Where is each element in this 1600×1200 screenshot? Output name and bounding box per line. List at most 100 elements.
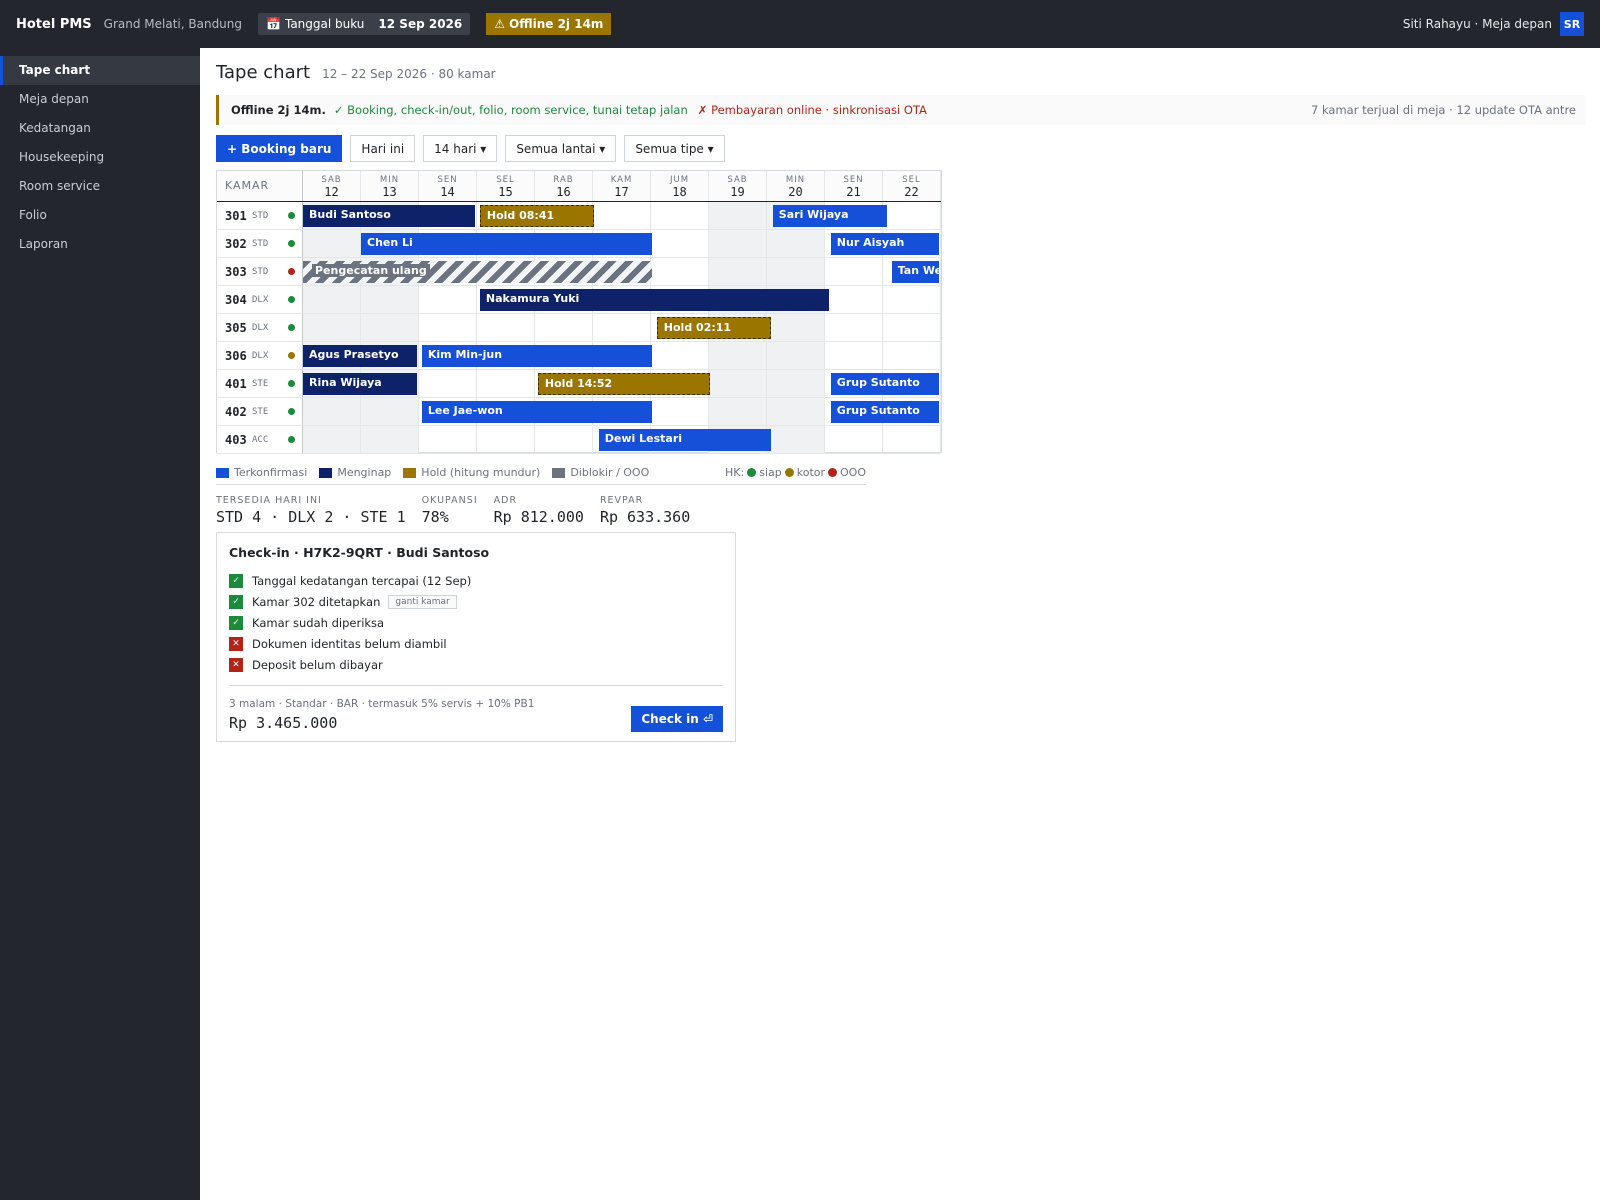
- day-header[interactable]: SEL 22: [883, 171, 941, 201]
- day-header[interactable]: JUM 18: [651, 171, 709, 201]
- tape-cell[interactable]: [303, 286, 361, 314]
- booking-bar[interactable]: Rina Wijaya: [303, 373, 417, 395]
- day-header[interactable]: SAB 12: [303, 171, 361, 201]
- tape-cell[interactable]: [303, 314, 361, 342]
- tape-cell[interactable]: [709, 398, 767, 426]
- tape-cell[interactable]: [883, 202, 941, 230]
- tape-cell[interactable]: [651, 342, 709, 370]
- tape-cell[interactable]: [419, 286, 477, 314]
- tape-cell[interactable]: [825, 314, 883, 342]
- day-header[interactable]: MIN 13: [361, 171, 419, 201]
- booking-bar[interactable]: Tan Wei: [891, 261, 939, 283]
- booking-bar[interactable]: Dewi Lestari: [598, 429, 771, 451]
- tape-cell[interactable]: [477, 426, 535, 454]
- user-name[interactable]: Siti Rahayu · Meja depan: [1403, 17, 1552, 31]
- tape-cell[interactable]: [709, 342, 767, 370]
- tape-cell[interactable]: [709, 370, 767, 398]
- tape-cell[interactable]: [883, 314, 941, 342]
- tape-cell[interactable]: [477, 370, 535, 398]
- booking-bar[interactable]: Agus Prasetyo: [303, 345, 417, 367]
- hold-booking[interactable]: Hold 02:11: [656, 317, 771, 339]
- room-row-label[interactable]: 305 DLX: [217, 314, 303, 342]
- sidebar-item-folio[interactable]: Folio: [0, 201, 200, 230]
- tape-cell[interactable]: [361, 314, 419, 342]
- tape-cell[interactable]: [535, 426, 593, 454]
- tape-cell[interactable]: [767, 314, 825, 342]
- sidebar-item-laporan[interactable]: Laporan: [0, 230, 200, 259]
- tape-cell[interactable]: [883, 426, 941, 454]
- property-name[interactable]: Grand Melati, Bandung: [104, 17, 242, 31]
- tape-cell[interactable]: [767, 230, 825, 258]
- sidebar-item-housekeeping[interactable]: Housekeeping: [0, 143, 200, 172]
- book-date-chip[interactable]: 📅 Tanggal buku 12 Sep 2026: [258, 13, 471, 35]
- room-row-label[interactable]: 401 STE: [217, 370, 303, 398]
- hold-booking[interactable]: Hold 14:52: [537, 373, 710, 395]
- day-header[interactable]: SEN 14: [419, 171, 477, 201]
- hold-booking[interactable]: Hold 08:41: [479, 205, 594, 227]
- tape-cell[interactable]: [767, 258, 825, 286]
- new-booking-button[interactable]: + Booking baru: [216, 135, 343, 162]
- room-row-label[interactable]: 402 STE: [217, 398, 303, 426]
- tape-cell[interactable]: [651, 258, 709, 286]
- tape-cell[interactable]: [825, 426, 883, 454]
- booking-bar[interactable]: Grup Sutanto: [830, 401, 939, 423]
- day-header[interactable]: KAM 17: [593, 171, 651, 201]
- checkin-button[interactable]: Check in ⏎: [631, 706, 723, 732]
- room-row-label[interactable]: 403 ACC: [217, 426, 303, 454]
- tape-cell[interactable]: [303, 230, 361, 258]
- booking-bar[interactable]: Grup Sutanto: [830, 373, 939, 395]
- avatar[interactable]: SR: [1560, 12, 1584, 36]
- change-room-button[interactable]: ganti kamar: [388, 594, 457, 609]
- tape-cell[interactable]: [767, 370, 825, 398]
- room-row-label[interactable]: 306 DLX: [217, 342, 303, 370]
- tape-cell[interactable]: [709, 258, 767, 286]
- tape-cell[interactable]: [651, 202, 709, 230]
- tape-cell[interactable]: [767, 342, 825, 370]
- sidebar-item-tape-chart[interactable]: Tape chart: [0, 56, 200, 85]
- booking-bar[interactable]: Nakamura Yuki: [479, 289, 829, 311]
- tape-cell[interactable]: [709, 202, 767, 230]
- tape-cell[interactable]: [361, 398, 419, 426]
- floor-dropdown[interactable]: Semua lantai ▾: [505, 135, 617, 162]
- tape-cell[interactable]: [419, 426, 477, 454]
- room-row-label[interactable]: 302 STD: [217, 230, 303, 258]
- day-header[interactable]: SAB 19: [709, 171, 767, 201]
- sidebar-item-kedatangan[interactable]: Kedatangan: [0, 114, 200, 143]
- tape-cell[interactable]: [303, 426, 361, 454]
- room-row-label[interactable]: 303 STD: [217, 258, 303, 286]
- tape-cell[interactable]: [535, 314, 593, 342]
- tape-cell[interactable]: [593, 202, 651, 230]
- day-header[interactable]: MIN 20: [767, 171, 825, 201]
- room-row-label[interactable]: 301 STD: [217, 202, 303, 230]
- tape-cell[interactable]: [825, 342, 883, 370]
- today-button[interactable]: Hari ini: [350, 135, 416, 162]
- tape-cell[interactable]: [651, 230, 709, 258]
- tape-cell[interactable]: [767, 426, 825, 454]
- tape-cell[interactable]: [767, 398, 825, 426]
- tape-cell[interactable]: [419, 370, 477, 398]
- booking-bar[interactable]: Sari Wijaya: [772, 205, 887, 227]
- booking-bar[interactable]: Nur Aisyah: [830, 233, 939, 255]
- tape-cell[interactable]: [883, 342, 941, 370]
- offline-badge[interactable]: ⚠ Offline 2j 14m: [486, 13, 612, 35]
- day-header[interactable]: SEN 21: [825, 171, 883, 201]
- room-block[interactable]: Pengecatan ulang: [303, 261, 652, 283]
- tape-cell[interactable]: [883, 286, 941, 314]
- tape-cell[interactable]: [361, 286, 419, 314]
- tape-cell[interactable]: [419, 314, 477, 342]
- booking-bar[interactable]: Chen Li: [361, 233, 652, 255]
- tape-cell[interactable]: [477, 314, 535, 342]
- tape-cell[interactable]: [825, 286, 883, 314]
- day-header[interactable]: SEL 15: [477, 171, 535, 201]
- booking-bar[interactable]: Kim Min-jun: [421, 345, 652, 367]
- tape-cell[interactable]: [361, 426, 419, 454]
- sidebar-item-room-service[interactable]: Room service: [0, 172, 200, 201]
- booking-bar[interactable]: Lee Jae-won: [421, 401, 652, 423]
- day-header[interactable]: RAB 16: [535, 171, 593, 201]
- tape-cell[interactable]: [303, 398, 361, 426]
- booking-bar[interactable]: Budi Santoso: [303, 205, 475, 227]
- room-row-label[interactable]: 304 DLX: [217, 286, 303, 314]
- tape-cell[interactable]: [651, 398, 709, 426]
- tape-cell[interactable]: [593, 314, 651, 342]
- tape-cell[interactable]: [709, 230, 767, 258]
